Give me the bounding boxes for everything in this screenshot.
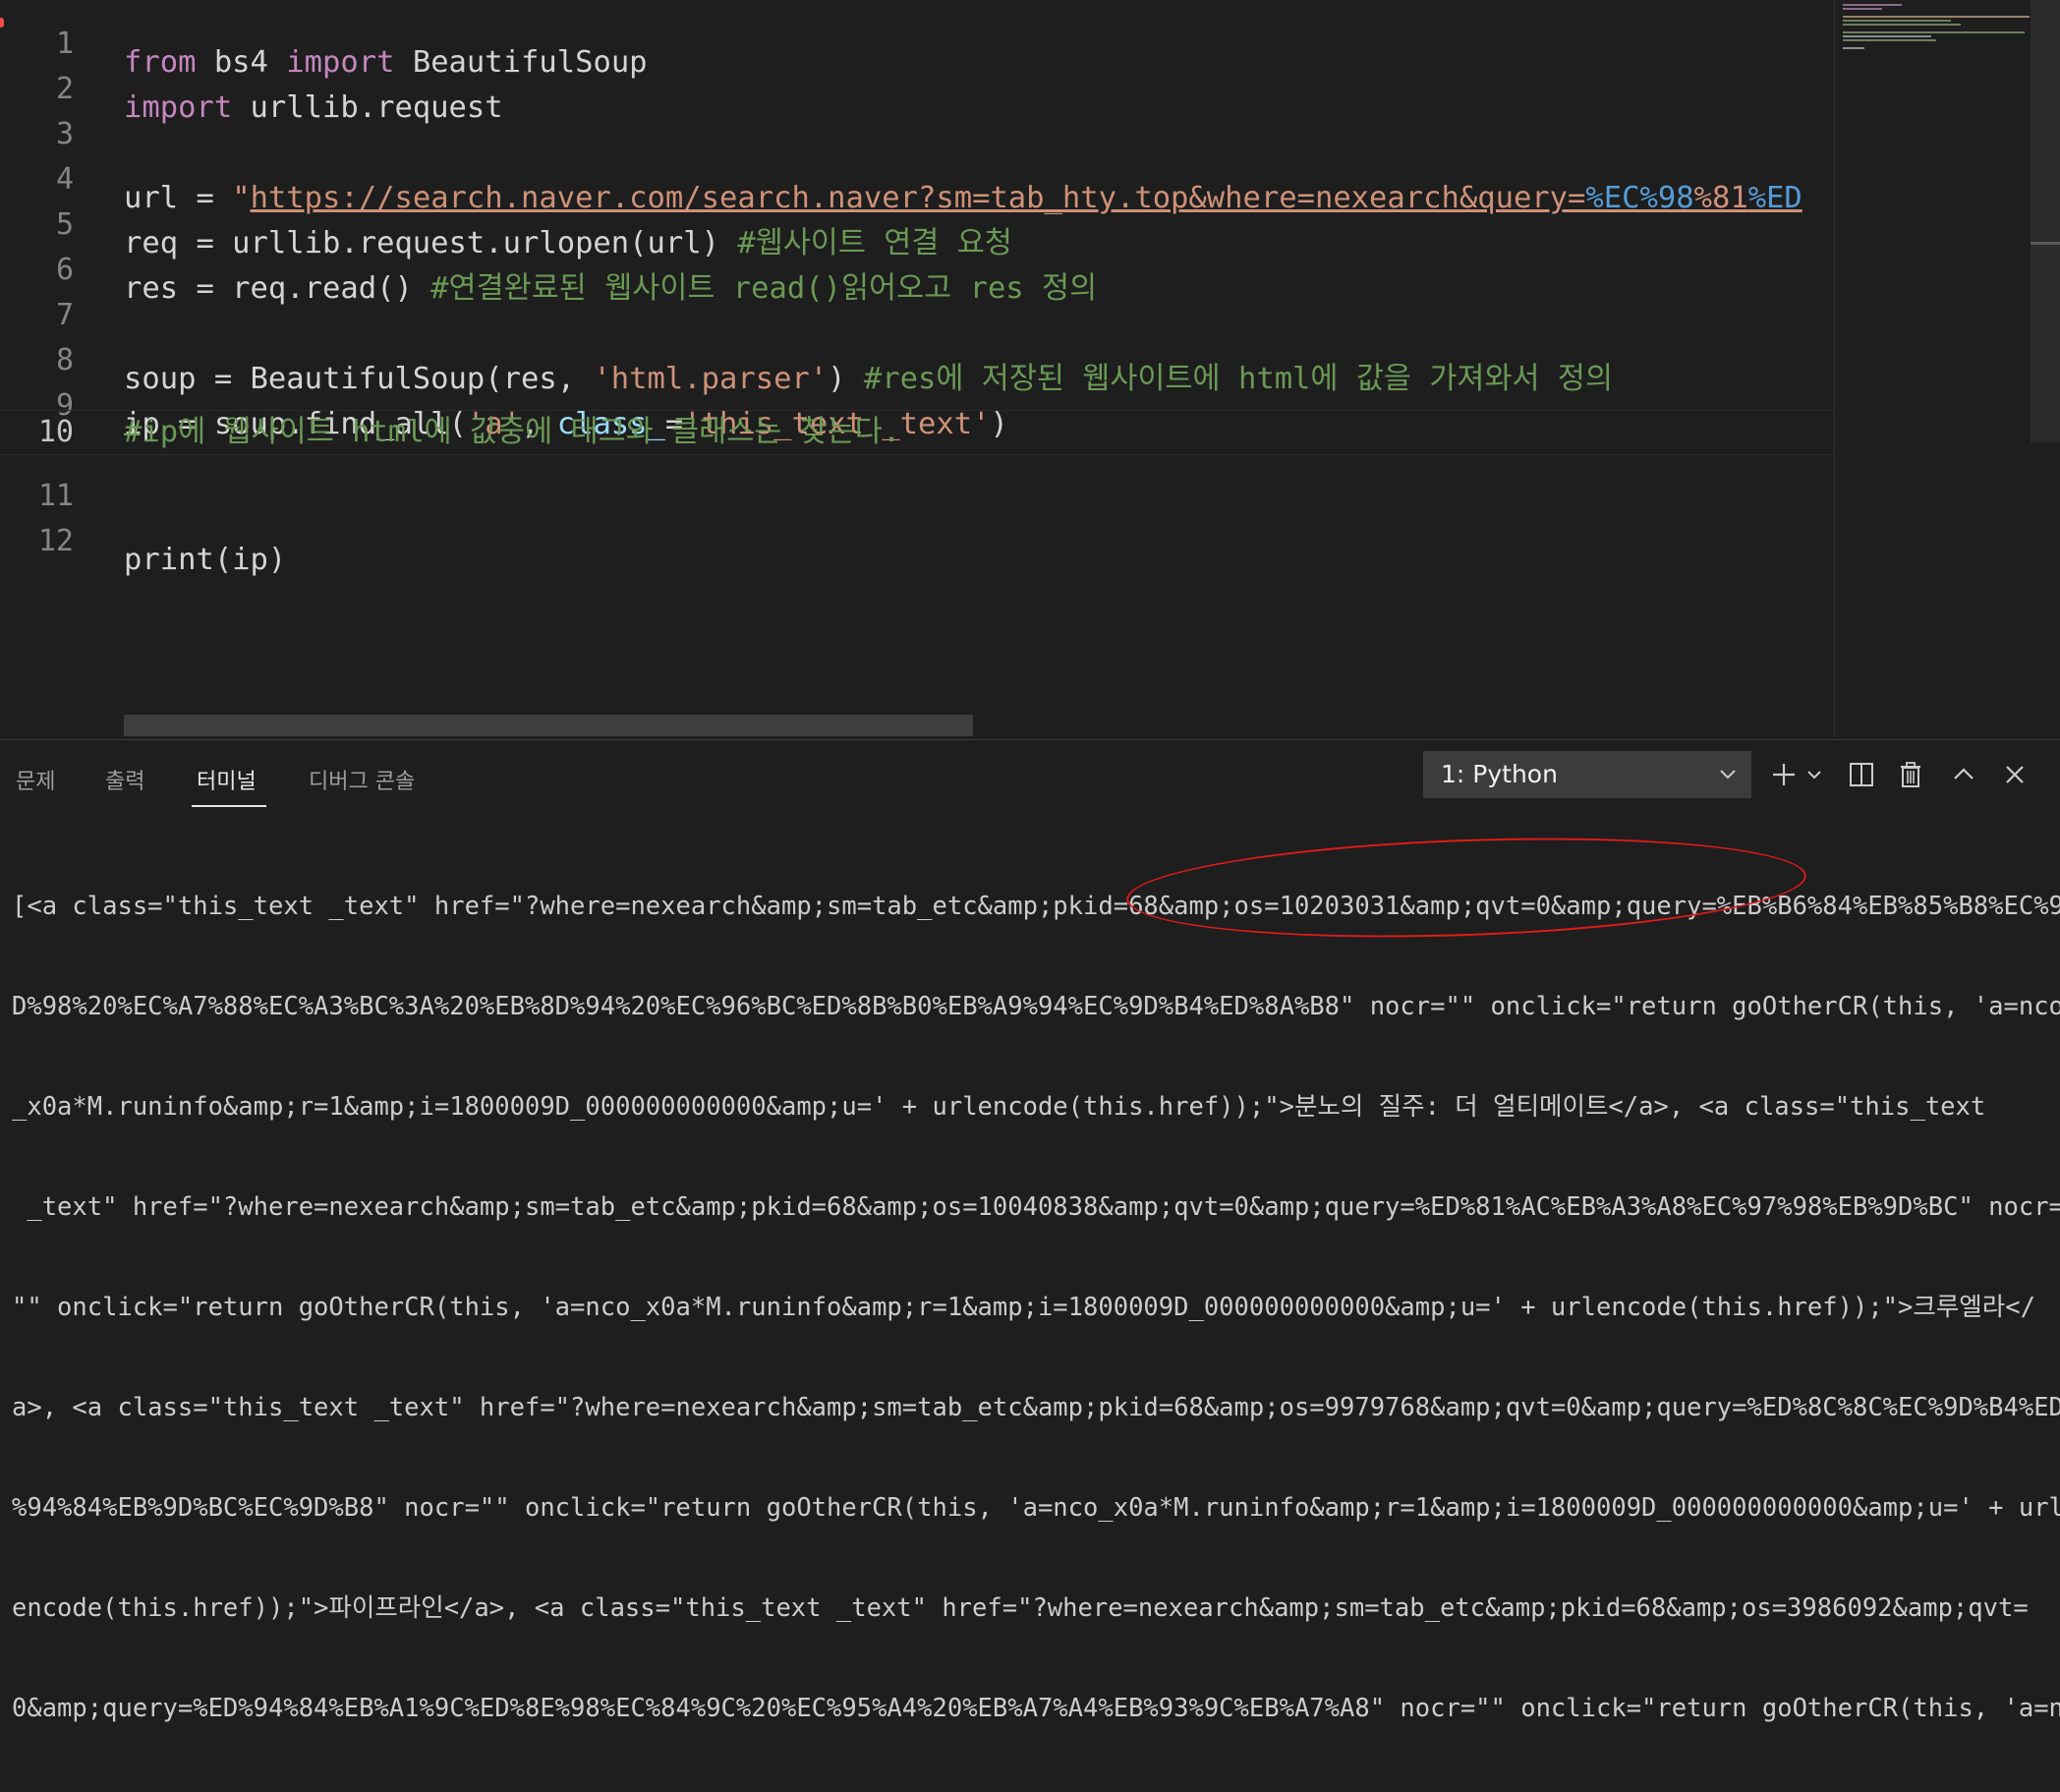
- split-terminal-icon[interactable]: [1844, 753, 1879, 796]
- minimap-line: [1843, 8, 1882, 10]
- code-line-4[interactable]: 4 url = "https://search.naver.com/search…: [0, 139, 1834, 215]
- terminal-line: encode(this.href));">파이프라인</a>, <a class…: [12, 1593, 2029, 1623]
- terminal-line: "" onclick="return goOtherCR(this, 'a=nc…: [12, 1293, 2035, 1322]
- tab-terminal[interactable]: 터미널: [197, 764, 257, 795]
- terminal-line: %94%84%EB%9D%BC%EC%9D%B8" nocr="" onclic…: [12, 1493, 2060, 1523]
- code-text[interactable]: print(ip): [124, 538, 286, 583]
- code-line-9[interactable]: 9 ip = soup.find_all('a', class_='this_t…: [0, 365, 1834, 441]
- code-line-3[interactable]: 3: [0, 93, 1834, 151]
- terminal-select-value: 1: Python: [1441, 760, 1558, 788]
- bottom-panel: 문제 출력 터미널 디버그 콘솔 1: Python [<a class="th…: [0, 739, 2060, 1723]
- scrollbar-cursor-marker: [2031, 242, 2060, 245]
- line-number: 12: [37, 524, 74, 558]
- terminal-select-dropdown[interactable]: 1: Python: [1423, 751, 1751, 798]
- minimap-line: [1843, 31, 2025, 33]
- code-line-1[interactable]: 1 from bs4 import BeautifulSoup: [0, 3, 1834, 80]
- minimap-line: [1843, 24, 1961, 26]
- code-editor[interactable]: 1 from bs4 import BeautifulSoup 2 import…: [0, 0, 2060, 739]
- terminal-line: 0&amp;query=%ED%94%84%EB%A1%9C%ED%8E%98%…: [12, 1694, 2060, 1723]
- minimap[interactable]: [1834, 0, 2031, 739]
- minimap-line: [1843, 35, 1931, 37]
- terminal-line: _text" href="?where=nexearch&amp;sm=tab_…: [12, 1192, 2060, 1222]
- chevron-down-icon[interactable]: [1801, 753, 1828, 796]
- minimap-line: [1843, 4, 1902, 6]
- code-line-11[interactable]: 11: [0, 455, 1834, 513]
- tab-output[interactable]: 출력: [105, 764, 144, 795]
- terminal-line: D%98%20%EC%A7%88%EC%A3%BC%3A%20%EB%8D%94…: [12, 992, 2060, 1021]
- code-line-12[interactable]: 12 print(ip): [0, 500, 1834, 577]
- horizontal-scrollbar-thumb[interactable]: [124, 715, 973, 736]
- code-line-6[interactable]: 6 res = req.read() #연결완료된 웹사이트 read()읽어오…: [0, 229, 1834, 306]
- active-tab-indicator: [192, 805, 266, 807]
- code-line-8[interactable]: 8 soup = BeautifulSoup(res, 'html.parser…: [0, 319, 1834, 396]
- vertical-scrollbar-thumb[interactable]: [2031, 0, 2060, 442]
- trash-icon[interactable]: [1893, 753, 1928, 796]
- minimap-line: [1843, 16, 2030, 18]
- terminal-output[interactable]: [<a class="this_text _text" href="?where…: [12, 823, 2060, 1792]
- tab-problems[interactable]: 문제: [16, 764, 55, 795]
- terminal-line: a>, <a class="this_text _text" href="?wh…: [12, 1393, 2060, 1422]
- code-line-7[interactable]: 7: [0, 274, 1834, 332]
- minimap-line: [1843, 39, 1936, 41]
- line-number: 10: [37, 415, 74, 449]
- code-text[interactable]: #ip에 웹사이트 html에 값중에 태그와 클래스는 찾는다.: [124, 410, 900, 455]
- minimap-line: [1843, 20, 1951, 22]
- tab-debug-console[interactable]: 디버그 콘솔: [309, 764, 415, 795]
- new-terminal-plus-icon[interactable]: [1767, 753, 1801, 796]
- close-icon[interactable]: [1997, 753, 2032, 796]
- code-line-5[interactable]: 5 req = urllib.request.urlopen(url) #웹사이…: [0, 184, 1834, 260]
- chevron-down-icon: [1718, 751, 1738, 816]
- minimap-line: [1843, 47, 1864, 49]
- maximize-panel-chevron-up-icon[interactable]: [1946, 753, 1981, 796]
- code-line-2[interactable]: 2 import urllib.request: [0, 48, 1834, 125]
- code-line-10-current[interactable]: 10 #ip에 웹사이트 html에 값중에 태그와 클래스는 찾는다.: [0, 410, 1834, 455]
